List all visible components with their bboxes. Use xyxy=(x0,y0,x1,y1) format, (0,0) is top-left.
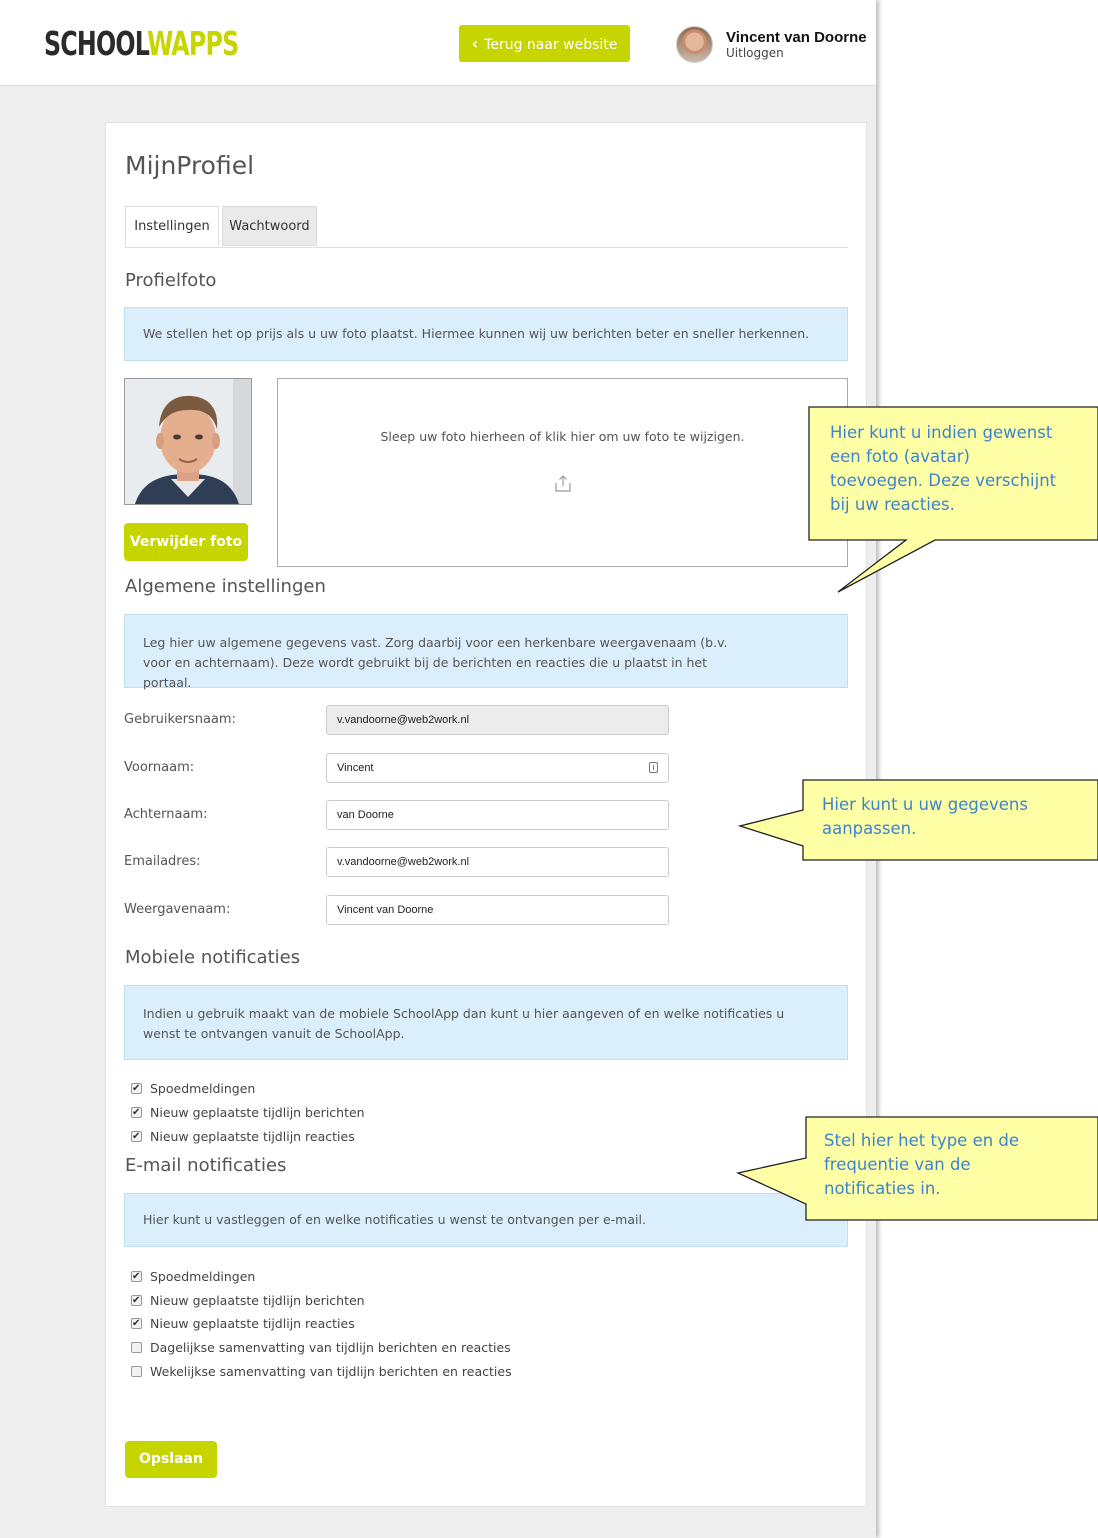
callout-line: Hier kunt u indien gewenst xyxy=(830,423,1053,442)
callout-text-photo: Hier kunt u indien gewenst een foto (ava… xyxy=(830,421,1056,517)
callout-text-fields: Hier kunt u uw gegevens aanpassen. xyxy=(822,793,1028,841)
callout-line: Hier kunt u uw gegevens xyxy=(822,795,1028,814)
callout-line: aanpassen. xyxy=(822,819,917,838)
callout-line: bij uw reacties. xyxy=(830,495,955,514)
callout-overlay xyxy=(735,406,1098,1221)
callout-line: Stel hier het type en de xyxy=(824,1131,1020,1150)
callout-line: notificaties in. xyxy=(824,1179,941,1198)
callout-line: toevoegen. Deze verschijnt xyxy=(830,471,1057,490)
callout-text-notifications: Stel hier het type en de frequentie van … xyxy=(824,1129,1019,1201)
callout-line: een foto (avatar) xyxy=(830,447,970,466)
callout-line: frequentie van de xyxy=(824,1155,971,1174)
